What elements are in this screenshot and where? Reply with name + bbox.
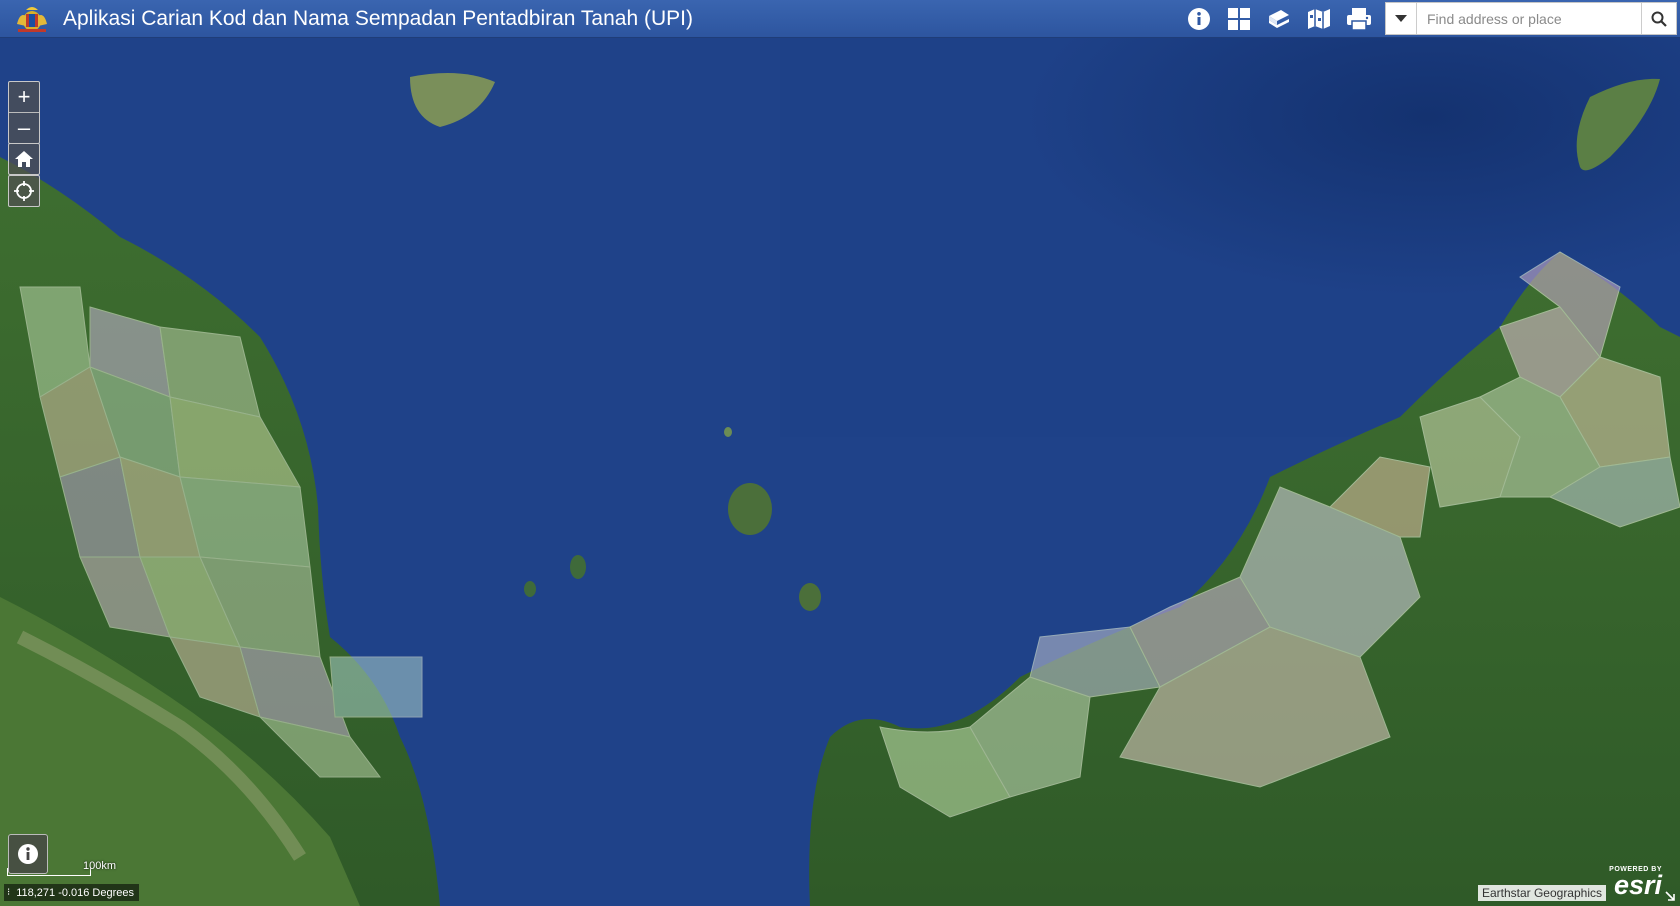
search-input[interactable] bbox=[1417, 5, 1641, 32]
app-header: Aplikasi Carian Kod dan Nama Sempadan Pe… bbox=[0, 0, 1680, 38]
map-attribution: Earthstar Geographics bbox=[1477, 885, 1606, 901]
locate-button[interactable] bbox=[8, 175, 40, 207]
resize-corner-icon[interactable] bbox=[1664, 890, 1676, 902]
home-icon bbox=[15, 151, 33, 167]
layers-icon bbox=[1269, 9, 1289, 28]
satellite-basemap bbox=[0, 37, 1680, 906]
search-source-dropdown[interactable] bbox=[1386, 3, 1417, 34]
basemap-gallery-button[interactable] bbox=[1219, 0, 1259, 37]
scale-bar bbox=[7, 868, 91, 876]
scale-bar-label: 100km bbox=[83, 860, 117, 872]
search-widget bbox=[1385, 2, 1677, 35]
zoom-out-button[interactable]: – bbox=[9, 112, 39, 143]
header-toolbar bbox=[1179, 0, 1680, 37]
legend-button[interactable] bbox=[1299, 0, 1339, 37]
grid-icon bbox=[1228, 7, 1250, 30]
locate-icon bbox=[14, 181, 34, 201]
crosshair-icon[interactable]: ⁝ bbox=[7, 887, 10, 898]
coordinate-text: 118,271 -0.016 Degrees bbox=[16, 886, 135, 899]
print-button[interactable] bbox=[1339, 0, 1379, 37]
esri-brand: esri bbox=[1613, 870, 1662, 900]
coat-of-arms-logo bbox=[17, 6, 47, 32]
app-title: Aplikasi Carian Kod dan Nama Sempadan Pe… bbox=[63, 6, 693, 30]
search-button[interactable] bbox=[1641, 3, 1676, 34]
map-icon bbox=[1308, 8, 1330, 29]
search-icon bbox=[1651, 11, 1667, 27]
zoom-in-button[interactable]: + bbox=[9, 82, 39, 112]
layer-list-button[interactable] bbox=[1259, 0, 1299, 37]
home-button[interactable] bbox=[8, 143, 40, 175]
coordinate-readout: ⁝ 118,271 -0.016 Degrees bbox=[4, 884, 140, 901]
zoom-control: + – bbox=[8, 81, 40, 144]
print-icon bbox=[1347, 7, 1371, 31]
map-view[interactable]: + – bbox=[0, 37, 1680, 906]
about-tool-button[interactable] bbox=[1179, 0, 1219, 37]
caret-down-icon bbox=[1395, 14, 1407, 22]
esri-logo: POWERED BY esri bbox=[1609, 866, 1662, 900]
info-icon bbox=[1188, 7, 1210, 30]
info-icon bbox=[18, 844, 38, 864]
